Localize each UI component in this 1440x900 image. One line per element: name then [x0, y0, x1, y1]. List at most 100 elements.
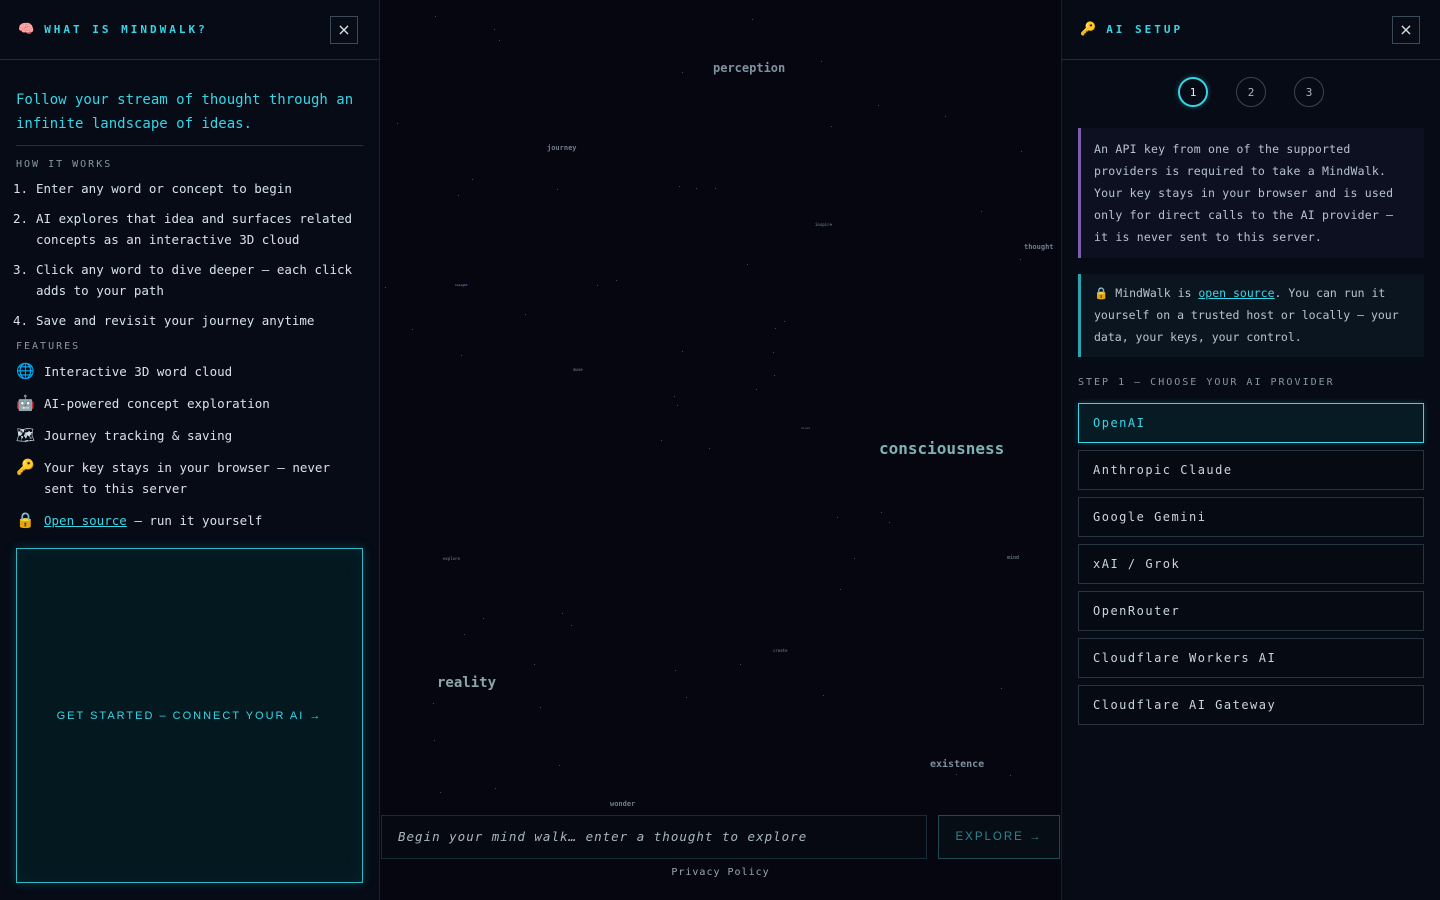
star: [747, 264, 748, 265]
feature-item: 🤖 AI-powered concept exploration: [16, 394, 270, 412]
star: [562, 613, 563, 614]
star: [840, 589, 841, 590]
star: [881, 512, 882, 513]
star: [1021, 151, 1022, 152]
word-cloud-canvas[interactable]: perception journey inspire thought muse …: [381, 0, 1060, 900]
star: [434, 740, 435, 741]
cloud-word-consciousness[interactable]: consciousness: [879, 439, 1004, 458]
star: [774, 375, 775, 376]
star: [889, 522, 890, 523]
star: [682, 72, 683, 73]
cloud-word-existence[interactable]: existence: [930, 759, 984, 770]
lock-icon: 🔒: [1094, 286, 1109, 300]
cloud-word-inspire[interactable]: inspire: [815, 222, 832, 227]
provider-gemini[interactable]: Google Gemini: [1078, 497, 1424, 537]
privacy-policy-link[interactable]: Privacy Policy: [381, 867, 1060, 878]
provider-xai[interactable]: xAI / Grok: [1078, 544, 1424, 584]
star: [715, 188, 716, 189]
get-started-button[interactable]: GET STARTED – CONNECT YOUR AI →: [16, 548, 363, 883]
star: [495, 788, 496, 789]
star: [823, 695, 824, 696]
star: [464, 634, 465, 635]
star: [854, 558, 855, 559]
star: [440, 792, 441, 793]
lock-icon: 🔒: [16, 511, 35, 529]
cloud-word-insight[interactable]: insight: [455, 283, 468, 287]
star: [458, 195, 459, 196]
close-setup-button[interactable]: ×: [1392, 16, 1420, 44]
step-3-indicator: 3: [1294, 77, 1324, 107]
open-source-link[interactable]: open source: [1198, 286, 1274, 300]
cloud-word-create[interactable]: create: [773, 648, 787, 653]
ai-setup-title: AI SETUP: [1106, 23, 1184, 36]
cloud-word-journey[interactable]: journey: [547, 144, 577, 152]
star: [740, 664, 741, 665]
feature-item: 🔒 Open source – run it yourself: [16, 511, 263, 529]
star: [773, 352, 774, 353]
provider-anthropic[interactable]: Anthropic Claude: [1078, 450, 1424, 490]
open-source-link[interactable]: Open source: [44, 513, 127, 528]
star: [1020, 259, 1021, 260]
provider-openrouter[interactable]: OpenRouter: [1078, 591, 1424, 631]
cloud-word-perception[interactable]: perception: [713, 61, 785, 75]
provider-list: OpenAI Anthropic Claude Google Gemini xA…: [1078, 403, 1424, 725]
how-it-works-heading: HOW IT WORKS: [16, 159, 113, 170]
provider-cloudflare-workers[interactable]: Cloudflare Workers AI: [1078, 638, 1424, 678]
ai-setup-header: 🔑 AI SETUP ×: [1062, 0, 1440, 60]
star: [483, 618, 484, 619]
features-heading: FEATURES: [16, 341, 81, 352]
star: [945, 116, 946, 117]
star: [494, 29, 495, 30]
provider-cloudflare-gateway[interactable]: Cloudflare AI Gateway: [1078, 685, 1424, 725]
feature-item: 🌐 Interactive 3D word cloud: [16, 362, 233, 380]
open-source-info: 🔒 MindWalk is open source. You can run i…: [1078, 274, 1424, 357]
star: [571, 625, 572, 626]
cloud-word-muse[interactable]: muse: [573, 367, 583, 372]
star: [412, 329, 413, 330]
key-icon: 🔑: [16, 458, 35, 476]
star: [831, 126, 832, 127]
thought-input[interactable]: Begin your mind walk… enter a thought to…: [381, 815, 927, 859]
features-list: 🌐 Interactive 3D word cloud 🤖 AI-powered c…: [16, 361, 363, 531]
star: [775, 328, 776, 329]
cloud-word-mind[interactable]: mind: [1007, 555, 1019, 561]
api-key-info: An API key from one of the supported pro…: [1078, 128, 1424, 258]
star: [540, 707, 541, 708]
star: [435, 16, 436, 17]
star: [821, 61, 822, 62]
robot-icon: 🤖: [16, 394, 35, 412]
cloud-word-explore[interactable]: explore: [443, 556, 460, 561]
star: [709, 448, 710, 449]
cloud-word-wonder[interactable]: wonder: [610, 800, 635, 808]
setup-stepper: 1 2 3: [1062, 77, 1440, 107]
list-item: 3. Click any word to dive deeper – each c…: [13, 262, 353, 298]
map-icon: 🗺: [16, 426, 36, 444]
globe-icon: 🌐: [16, 362, 35, 380]
step-2-indicator: 2: [1236, 77, 1266, 107]
star: [878, 105, 879, 106]
star: [679, 186, 680, 187]
key-icon: 🔑: [1080, 22, 1097, 37]
star: [661, 440, 662, 441]
list-item: 1. Enter any word or concept to begin: [13, 181, 292, 196]
cloud-word-thought[interactable]: thought: [1024, 243, 1054, 251]
cloud-word-dream[interactable]: dream: [801, 426, 810, 430]
step-1-indicator: 1: [1178, 77, 1208, 107]
star: [686, 697, 687, 698]
star: [472, 179, 473, 180]
star: [597, 285, 598, 286]
feature-item: 🗺 Journey tracking & saving: [16, 426, 233, 444]
star: [616, 280, 617, 281]
star: [752, 19, 753, 20]
star: [682, 351, 683, 352]
close-about-button[interactable]: ×: [330, 16, 358, 44]
cloud-word-reality[interactable]: reality: [437, 675, 496, 691]
explore-button[interactable]: EXPLORE →: [938, 815, 1060, 859]
star: [756, 389, 757, 390]
star: [534, 664, 535, 665]
about-panel: 🧠 WHAT IS MINDWALK? × Follow your stream…: [0, 0, 380, 900]
provider-openai[interactable]: OpenAI: [1078, 403, 1424, 443]
about-panel-title: WHAT IS MINDWALK?: [44, 23, 208, 36]
about-panel-header: 🧠 WHAT IS MINDWALK? ×: [0, 0, 379, 60]
star: [433, 703, 434, 704]
